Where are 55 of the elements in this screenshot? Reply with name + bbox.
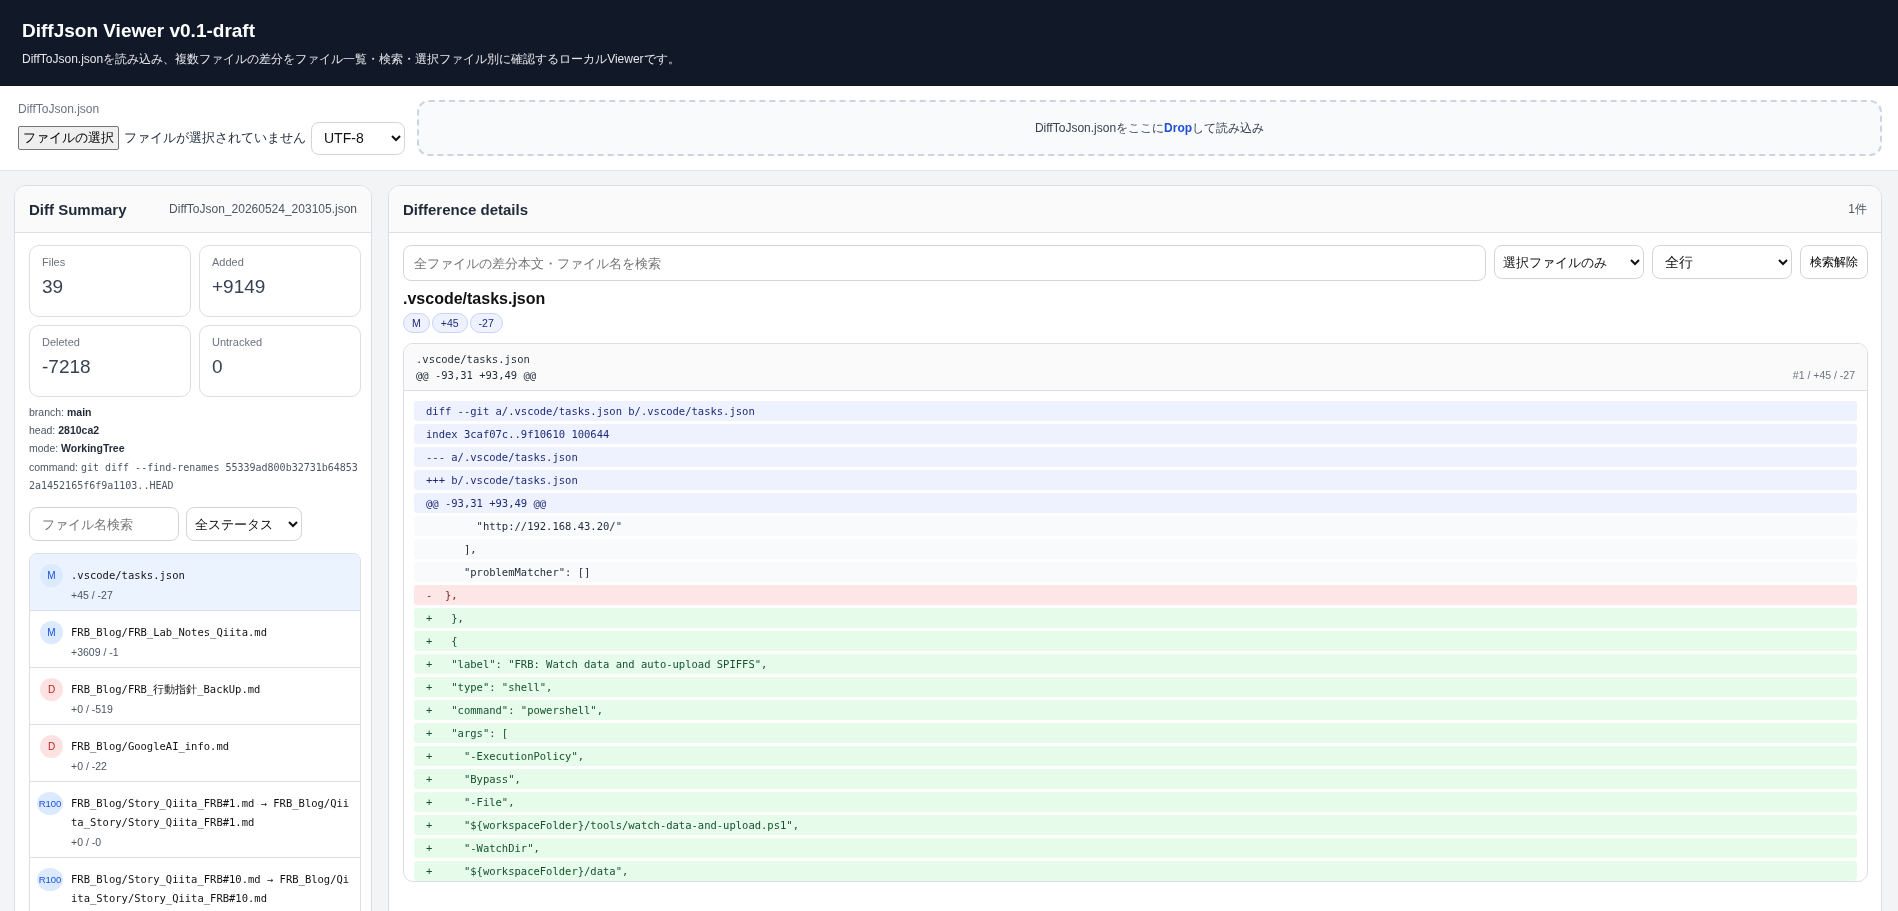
- app-subtitle: DiffToJson.jsonを読み込み、複数ファイルの差分をファイル一覧・検索・選択ファイル別に確認するローカルViewerです。: [22, 51, 681, 68]
- stat-label: Files: [42, 256, 67, 268]
- file-stats: +0 / -519: [71, 703, 114, 715]
- file-label: DiffToJson.json: [18, 101, 101, 116]
- file-choose-button[interactable]: ファイルの選択: [18, 126, 119, 150]
- file-path: FRB_Blog/FRB_行動指針_BackUp.md: [71, 682, 261, 698]
- hunk-file-name: .vscode/tasks.json: [416, 353, 531, 365]
- stat-value: +9149: [212, 276, 267, 298]
- file-status-text: ファイルが選択されていません: [124, 129, 306, 147]
- status-badge: D: [40, 678, 63, 701]
- status-filter-select[interactable]: 全ステータス: [186, 507, 302, 541]
- result-count: 1件: [1848, 200, 1867, 218]
- file-path: FRB_Blog/GoogleAI_info.md: [71, 739, 230, 755]
- file-stats: +45 / -27: [71, 589, 114, 601]
- loaded-file-name: DiffToJson_20260524_203105.json: [169, 202, 357, 216]
- meta-line: command: git diff --find-renames 55339ad800b32731b648532a1452165f6f9a1103..HEAD: [29, 460, 359, 493]
- file-path: .vscode/tasks.json: [71, 568, 185, 583]
- file-stats: +0 / -22: [71, 760, 108, 772]
- stat-value: 0: [212, 356, 224, 378]
- stat-pill: M: [403, 313, 430, 333]
- drop-zone[interactable]: DiffToJson.jsonをここにDropして読み込み: [417, 100, 1882, 156]
- meta-line: head: 2810ca2: [29, 423, 101, 438]
- selected-file-title: .vscode/tasks.json: [403, 290, 547, 308]
- hunk-range: @@ -93,31 +93,49 @@: [416, 369, 537, 381]
- clear-search-button[interactable]: 検索解除: [1800, 245, 1868, 279]
- meta-line: mode: WorkingTree: [29, 441, 126, 456]
- file-list-item[interactable]: M .vscode/tasks.json +45 / -27: [30, 554, 360, 611]
- encoding-select[interactable]: UTF-8: [311, 121, 405, 155]
- file-path: FRB_Blog/FRB_Lab_Notes_Qiita.md: [71, 625, 267, 641]
- status-badge: R100: [37, 792, 63, 815]
- status-badge: M: [40, 621, 63, 644]
- stat-label: Deleted: [42, 336, 81, 348]
- app-title: DiffJson Viewer v0.1-draft: [22, 20, 256, 42]
- drop-zone-text: DiffToJson.jsonをここにDropして読み込み: [1034, 119, 1265, 137]
- hunk-info: #1 / +45 / -27: [1792, 369, 1855, 381]
- diff-search-field[interactable]: 全ファイルの差分本文・ファイル名を検索: [403, 245, 1486, 281]
- status-badge: M: [40, 564, 63, 587]
- status-badge: R100: [37, 868, 63, 891]
- stat-label: Added: [212, 256, 245, 268]
- file-search-field[interactable]: ファイル名検索: [29, 507, 179, 541]
- panel-title: Diff Summary: [29, 200, 127, 218]
- stat-value: 39: [42, 276, 65, 298]
- panel-title: Difference details: [403, 200, 529, 218]
- scope-select[interactable]: 選択ファイルのみ: [1494, 245, 1644, 279]
- status-badge: D: [40, 735, 63, 758]
- stat-value: -7218: [42, 356, 92, 378]
- line-filter-select[interactable]: 全行: [1652, 245, 1792, 279]
- stat-label: Untracked: [212, 336, 264, 348]
- file-path: FRB_Blog/Story_Qiita_FRB#1.md → FRB_Blog/Qiita_Story/Story_Qiita_FRB#1.md: [71, 796, 350, 831]
- stat-pill: -27: [469, 313, 503, 333]
- meta-line: branch: main: [29, 405, 93, 420]
- stat-pill: +45: [431, 313, 468, 333]
- file-path: FRB_Blog/Story_Qiita_FRB#10.md → FRB_Blog/Qiita_Story/Story_Qiita_FRB#10.md: [71, 872, 350, 907]
- file-stats: +3609 / -1: [71, 646, 120, 658]
- file-stats: +0 / -0: [71, 836, 103, 848]
